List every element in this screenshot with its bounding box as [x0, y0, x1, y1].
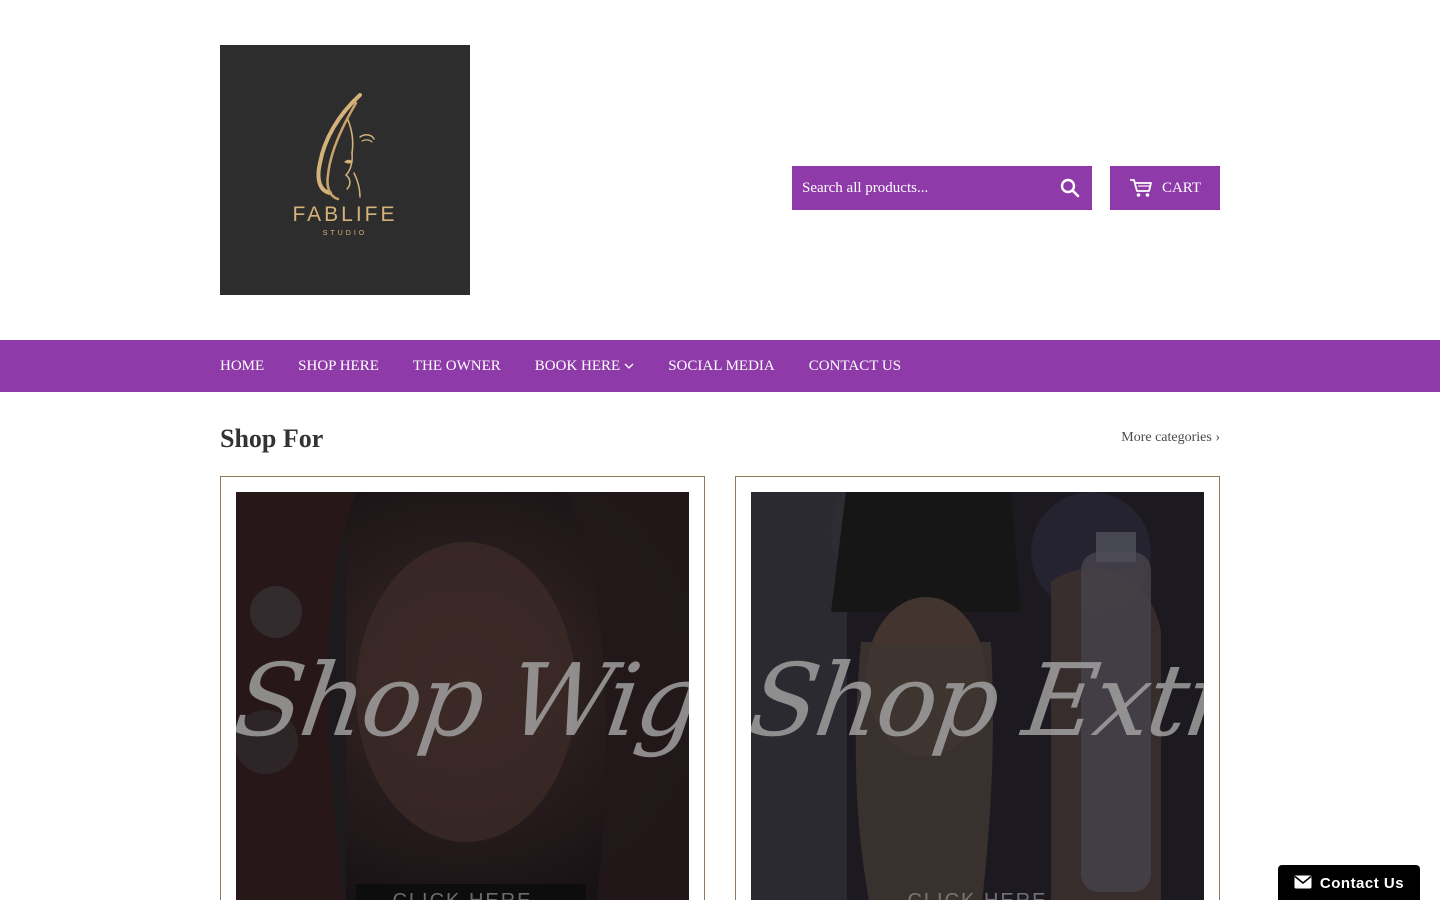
cart-label: CART	[1161, 179, 1202, 196]
woman-profile-icon	[316, 93, 375, 201]
brand-name: FABLIFE	[292, 203, 398, 226]
collection-image: Shop Wigs CLICK HERE	[236, 492, 689, 900]
search-button[interactable]	[1048, 166, 1092, 210]
nav-item-contact-us[interactable]: CONTACT US	[809, 358, 901, 375]
nav-item-label: BOOK HERE	[534, 357, 621, 374]
nav-item-book-here[interactable]: BOOK HERE	[535, 358, 634, 375]
section-title: Shop For	[220, 424, 324, 453]
collection-image: Shop Extras CLICK HERE	[751, 492, 1204, 900]
main-nav: HOME SHOP HERE THE OWNER BOOK HERE SOCIA…	[0, 340, 1440, 392]
nav-item-label: SOCIAL MEDIA	[668, 357, 775, 374]
envelope-icon	[1294, 875, 1312, 893]
site-header: FABLIFE STUDIO CART	[0, 0, 1440, 340]
nav-item-label: HOME	[220, 357, 265, 374]
nav-item-the-owner[interactable]: THE OWNER	[413, 358, 501, 375]
collection-card-wigs[interactable]: Shop Wigs CLICK HERE	[220, 476, 705, 900]
nav-item-label: THE OWNER	[412, 357, 501, 374]
nav-item-label: CONTACT US	[808, 357, 902, 374]
nav-item-shop-here[interactable]: SHOP HERE	[298, 358, 379, 375]
search-form	[792, 166, 1092, 210]
more-categories-link[interactable]: More categories ›	[1121, 430, 1220, 446]
collection-card-extras[interactable]: Shop Extras CLICK HERE	[735, 476, 1220, 900]
nav-item-label: SHOP HERE	[298, 357, 379, 374]
collection-cta: CLICK HERE	[751, 890, 1204, 900]
collection-cta: CLICK HERE	[236, 890, 689, 900]
collection-script-text: Shop Extras	[751, 642, 1204, 759]
brand-subtitle: STUDIO	[322, 230, 368, 237]
search-icon	[1060, 178, 1080, 198]
contact-us-label: Contact Us	[1319, 874, 1405, 892]
site-logo[interactable]: FABLIFE STUDIO	[220, 45, 470, 295]
search-input[interactable]	[792, 166, 1048, 210]
nav-item-social-media[interactable]: SOCIAL MEDIA	[668, 358, 775, 375]
cart-button[interactable]: CART	[1110, 166, 1220, 210]
collection-script-text: Shop Wigs	[236, 642, 689, 759]
chevron-down-icon	[624, 362, 634, 370]
nav-item-home[interactable]: HOME	[220, 358, 264, 375]
contact-us-widget[interactable]: Contact Us	[1278, 865, 1420, 900]
cart-icon	[1129, 178, 1153, 198]
